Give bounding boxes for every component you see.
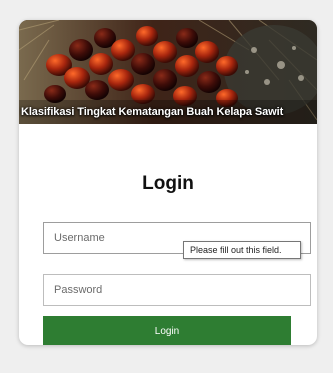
login-button[interactable]: Login <box>43 316 291 345</box>
validation-tooltip: Please fill out this field. <box>183 241 301 259</box>
password-input[interactable] <box>43 274 311 306</box>
login-card: Klasifikasi Tingkat Kematangan Buah Kela… <box>19 20 317 345</box>
banner-title: Klasifikasi Tingkat Kematangan Buah Kela… <box>21 106 284 118</box>
banner-image: Klasifikasi Tingkat Kematangan Buah Kela… <box>19 20 317 124</box>
login-heading: Login <box>142 173 194 194</box>
